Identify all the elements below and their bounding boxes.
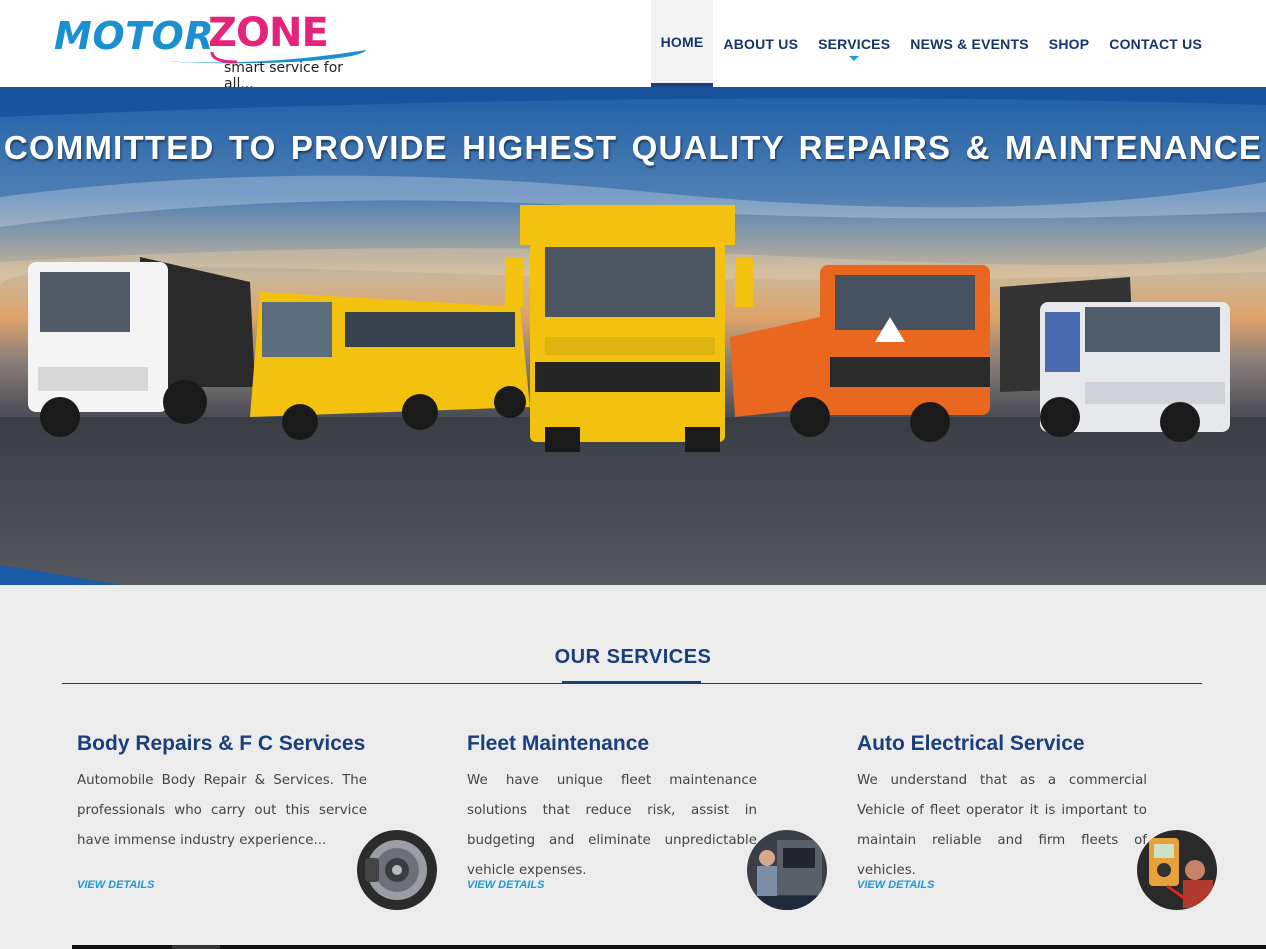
services-divider-accent (562, 681, 701, 684)
nav-contact-us[interactable]: CONTACT US (1099, 0, 1212, 87)
logo-motor-text: MOTOR (54, 14, 215, 58)
electrical-meter-image (1137, 830, 1217, 910)
service-card-title: Auto Electrical Service (857, 732, 1085, 755)
footer-edge-accent (172, 945, 220, 949)
mechanic-engine-image (747, 830, 827, 910)
view-details-link[interactable]: VIEW DETAILS (467, 879, 544, 891)
service-card-description: We understand that as a commercial Vehic… (857, 773, 1147, 878)
footer-edge (72, 945, 1266, 949)
service-card-fleet-maintenance: Fleet Maintenance We have unique fleet m… (467, 732, 827, 910)
hero-banner: COMMITTED TO PROVIDE HIGHEST QUALITY REP… (0, 87, 1266, 585)
motorzone-logo[interactable]: MOTOR ZONE smart service for all... (52, 10, 372, 92)
nav-home[interactable]: HOME (650, 0, 714, 87)
main-nav: HOME ABOUT US SERVICES NEWS & EVENTS SHO… (650, 0, 1212, 87)
hero-headline: COMMITTED TO PROVIDE HIGHEST QUALITY REP… (3, 129, 1263, 166)
nav-services[interactable]: SERVICES (808, 0, 900, 87)
nav-about-us-label: ABOUT US (723, 35, 799, 52)
brake-disc-image (357, 830, 437, 910)
nav-contact-us-label: CONTACT US (1109, 35, 1202, 52)
service-card-title: Fleet Maintenance (467, 732, 650, 755)
logo-zone-text: ZONE (208, 10, 329, 56)
nav-services-label: SERVICES (818, 35, 891, 52)
site-header: MOTOR ZONE smart service for all... HOME… (0, 0, 1266, 92)
nav-shop-label: SHOP (1048, 35, 1090, 52)
service-card-body-repairs: Body Repairs & F C Services Automobile B… (77, 732, 437, 910)
nav-news-events-label: NEWS & EVENTS (910, 35, 1029, 52)
service-card-description: Automobile Body Repair & Services. The p… (77, 773, 367, 848)
view-details-link[interactable]: VIEW DETAILS (857, 879, 934, 891)
service-card-title: Body Repairs & F C Services (77, 732, 366, 755)
nav-home-label: HOME (660, 33, 704, 50)
nav-about-us[interactable]: ABOUT US (713, 0, 808, 87)
view-details-link[interactable]: VIEW DETAILS (77, 879, 154, 891)
nav-shop[interactable]: SHOP (1039, 0, 1099, 87)
service-card-auto-electrical: Auto Electrical Service We understand th… (857, 732, 1217, 910)
nav-news-events[interactable]: NEWS & EVENTS (900, 0, 1039, 87)
services-section-title: OUR SERVICES (554, 646, 712, 668)
service-card-description: We have unique fleet maintenance solutio… (467, 773, 757, 878)
active-caret-icon (849, 56, 860, 61)
